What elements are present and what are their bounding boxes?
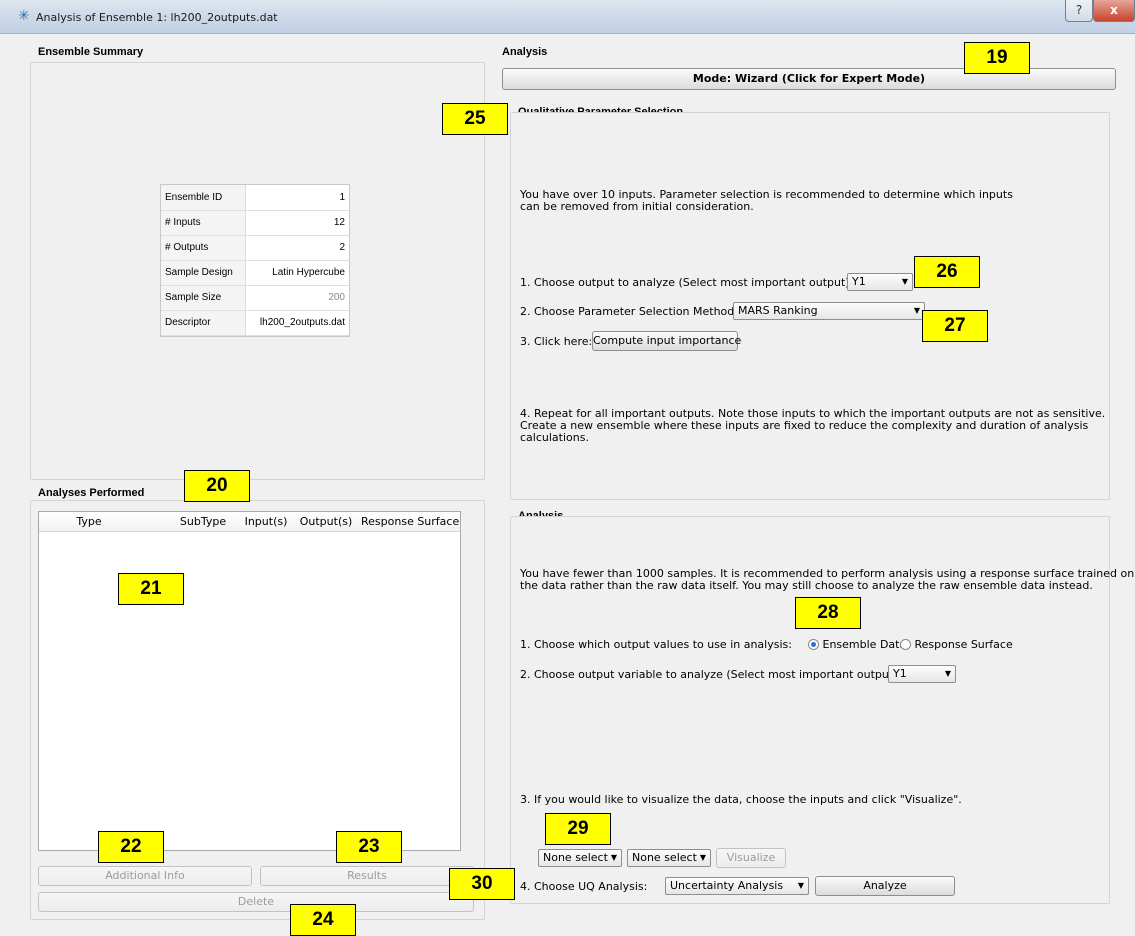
analysis-heading: Analysis xyxy=(502,46,548,58)
chevron-down-icon: ▼ xyxy=(610,853,617,862)
summary-value: 2 xyxy=(245,235,349,261)
callout-20: 20 xyxy=(184,470,250,502)
radio-off-icon xyxy=(900,639,911,650)
radio-ensemble-data-label: Ensemble Data xyxy=(822,638,907,651)
ensemble-summary-heading: Ensemble Summary xyxy=(38,46,144,58)
summary-key: Descriptor xyxy=(161,310,246,336)
callout-24: 24 xyxy=(290,904,356,936)
callout-27: 27 xyxy=(922,310,988,342)
chevron-down-icon: ▼ xyxy=(944,669,951,678)
sub-step3-label: 3. If you would like to visualize the da… xyxy=(520,793,962,806)
input-select-2-value: None select xyxy=(632,851,697,864)
uq-analysis-select[interactable]: Uncertainty Analysis ▼ xyxy=(665,877,809,895)
close-button[interactable]: x xyxy=(1093,0,1135,22)
analyses-table-header: Type SubType Input(s) Output(s) Response… xyxy=(39,512,460,532)
summary-value: 1 xyxy=(245,185,349,211)
output-variable-value: Y1 xyxy=(893,667,907,680)
radio-on-icon xyxy=(808,639,819,650)
input-select-1-value: None select xyxy=(543,851,608,864)
sub-step2-label: 2. Choose output variable to analyze (Se… xyxy=(520,668,902,681)
qual-step3-label: 3. Click here: xyxy=(520,335,593,348)
summary-row: Descriptor lh200_2outputs.dat xyxy=(161,310,349,336)
radio-ensemble-data[interactable]: Ensemble Data xyxy=(808,638,906,651)
summary-row: Sample Size 200 xyxy=(161,285,349,311)
output-variable-select[interactable]: Y1 ▼ xyxy=(888,665,956,683)
analyze-button[interactable]: Analyze xyxy=(815,876,955,896)
callout-19: 19 xyxy=(964,42,1030,74)
qual-step1-label: 1. Choose output to analyze (Select most… xyxy=(520,276,854,289)
summary-value: 12 xyxy=(245,210,349,236)
visualize-button[interactable]: Visualize xyxy=(716,848,786,868)
analyses-performed-heading: Analyses Performed xyxy=(38,487,145,499)
column-header-outputs[interactable]: Output(s) xyxy=(295,512,357,532)
summary-key: Sample Design xyxy=(161,260,246,286)
summary-row: Ensemble ID 1 xyxy=(161,185,349,211)
callout-26: 26 xyxy=(914,256,980,288)
column-header-response-surface[interactable]: Response Surface xyxy=(361,512,459,532)
summary-row: Sample Design Latin Hypercube xyxy=(161,260,349,286)
input-select-1[interactable]: None select ▼ xyxy=(538,849,622,867)
summary-value: 200 xyxy=(245,285,349,311)
callout-30: 30 xyxy=(449,868,515,900)
callout-21: 21 xyxy=(118,573,184,605)
summary-key: Sample Size xyxy=(161,285,246,311)
sub-intro-line2: the data rather than the raw data itself… xyxy=(520,579,1093,592)
qual-step2-label: 2. Choose Parameter Selection Method: xyxy=(520,305,738,318)
output-select-value: Y1 xyxy=(852,275,866,288)
callout-25: 25 xyxy=(442,103,508,135)
chevron-down-icon: ▼ xyxy=(913,306,920,315)
summary-row: # Inputs 12 xyxy=(161,210,349,236)
uq-analysis-value: Uncertainty Analysis xyxy=(670,879,784,892)
column-header-subtype[interactable]: SubType xyxy=(169,512,237,532)
chevron-down-icon: ▼ xyxy=(901,277,908,286)
additional-info-button[interactable]: Additional Info xyxy=(38,866,252,886)
radio-response-surface-label: Response Surface xyxy=(914,638,1013,651)
results-button[interactable]: Results xyxy=(260,866,474,886)
callout-22: 22 xyxy=(98,831,164,863)
summary-key: # Outputs xyxy=(161,235,246,261)
sub-step1-label: 1. Choose which output values to use in … xyxy=(520,638,792,651)
radio-response-surface[interactable]: Response Surface xyxy=(900,638,1013,651)
summary-key: Ensemble ID xyxy=(161,185,246,211)
callout-23: 23 xyxy=(336,831,402,863)
summary-value: lh200_2outputs.dat xyxy=(245,310,349,336)
chevron-down-icon: ▼ xyxy=(699,853,706,862)
selection-method-value: MARS Ranking xyxy=(738,304,818,317)
delete-button[interactable]: Delete xyxy=(38,892,474,912)
qualitative-intro-line2: can be removed from initial consideratio… xyxy=(520,200,754,213)
callout-29: 29 xyxy=(545,813,611,845)
summary-row: # Outputs 2 xyxy=(161,235,349,261)
column-header-inputs[interactable]: Input(s) xyxy=(239,512,293,532)
callout-28: 28 xyxy=(795,597,861,629)
summary-table: Ensemble ID 1 # Inputs 12 # Outputs 2 Sample D… xyxy=(160,184,350,337)
window-title: Analysis of Ensemble 1: lh200_2outputs.d… xyxy=(36,11,278,24)
output-select[interactable]: Y1 ▼ xyxy=(847,273,913,291)
chevron-down-icon: ▼ xyxy=(797,881,804,890)
summary-value: Latin Hypercube xyxy=(245,260,349,286)
selection-method-select[interactable]: MARS Ranking ▼ xyxy=(733,302,925,320)
input-select-2[interactable]: None select ▼ xyxy=(627,849,711,867)
summary-key: # Inputs xyxy=(161,210,246,236)
qual-step4-line3: calculations. xyxy=(520,431,589,444)
column-header-type[interactable]: Type xyxy=(39,512,139,532)
analyses-table[interactable]: Type SubType Input(s) Output(s) Response… xyxy=(38,511,461,851)
help-button[interactable]: ? xyxy=(1065,0,1093,22)
app-icon: ✳ xyxy=(18,8,30,24)
compute-input-importance-button[interactable]: Compute input importance xyxy=(592,331,741,351)
qual-step4-line2: Create a new ensemble where these inputs… xyxy=(520,419,1089,432)
sub-step4-label: 4. Choose UQ Analysis: xyxy=(520,880,648,893)
